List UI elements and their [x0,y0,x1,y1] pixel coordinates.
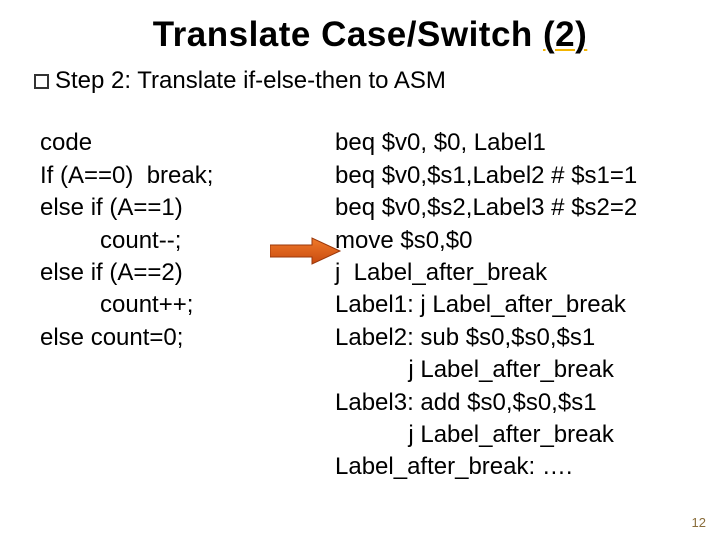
title-underlined: (2) [543,15,587,54]
c-line: code [40,129,92,156]
step-heading: Step 2: Translate if-else-then to ASM [55,67,446,95]
title-plain: Translate Case/Switch [153,15,543,54]
asm-line: Label2: sub $s0,$s0,$s1 [335,324,595,351]
asm-code-column: beq $v0, $0, Label1 beq $v0,$s1,Label2 #… [335,95,637,516]
page-number: 12 [692,515,706,530]
asm-line: beq $v0,$s1,Label2 # $s1=1 [335,162,637,189]
asm-line: j Label_after_break [335,259,547,286]
c-code-column: code If (A==0) break; else if (A==1) cou… [40,95,340,516]
asm-line: j Label_after_break [335,356,614,383]
c-line: If (A==0) break; [40,162,213,189]
asm-line: beq $v0,$s2,Label3 # $s2=2 [335,194,637,221]
arrow-icon [270,236,342,266]
asm-line: Label3: add $s0,$s0,$s1 [335,389,597,416]
c-line: else count=0; [40,324,183,351]
asm-line: Label1: j Label_after_break [335,291,626,318]
c-line: else if (A==2) [40,259,183,286]
step-bullet: Step 2: Translate if-else-then to ASM [34,67,700,95]
slide-title: Translate Case/Switch (2) [40,15,700,55]
asm-line: move $s0,$0 [335,227,472,254]
asm-line: Label_after_break: …. [335,453,572,480]
c-line: count--; [40,227,181,254]
asm-line: j Label_after_break [335,421,614,448]
content-columns: code If (A==0) break; else if (A==1) cou… [40,95,700,516]
c-line: count++; [40,291,193,318]
c-line: else if (A==1) [40,194,183,221]
checkbox-icon [34,74,49,89]
asm-line: beq $v0, $0, Label1 [335,129,546,156]
slide: Translate Case/Switch (2) Step 2: Transl… [0,0,720,540]
